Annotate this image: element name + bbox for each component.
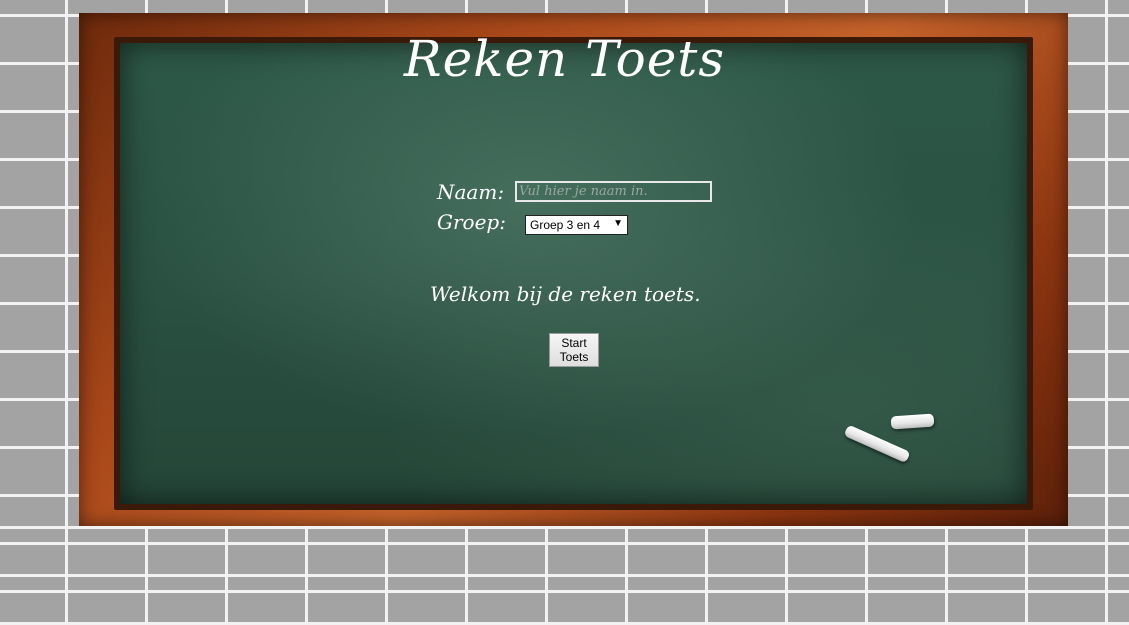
name-input[interactable] — [515, 181, 712, 202]
group-label: Groep: — [437, 210, 506, 234]
dropdown-arrow-icon: ▼ — [613, 218, 623, 229]
group-select-value: Groep 3 en 4 — [530, 218, 601, 232]
start-test-button[interactable]: Start Toets — [549, 333, 599, 367]
page-title: Reken Toets — [403, 30, 726, 88]
name-label: Naam: — [437, 180, 505, 204]
chalkboard-frame — [79, 13, 1068, 526]
welcome-message: Welkom bij de reken toets. — [430, 282, 701, 306]
brick-mortar-line — [0, 574, 1129, 577]
chalkboard-surface — [120, 43, 1027, 504]
group-select[interactable]: Groep 3 en 4 ▼ — [525, 215, 628, 235]
brick-mortar-line — [0, 526, 1129, 529]
